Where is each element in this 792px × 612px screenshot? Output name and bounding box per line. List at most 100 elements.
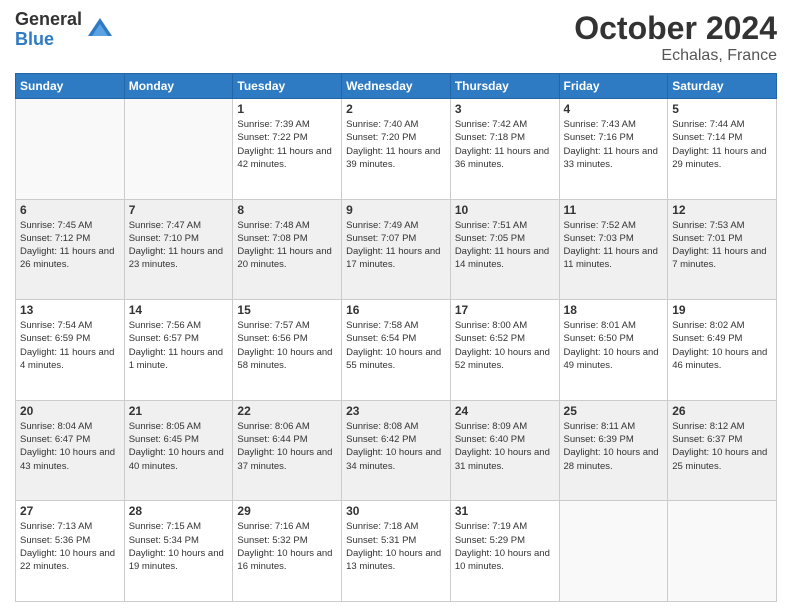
- table-row: 20 Sunrise: 8:04 AM Sunset: 6:47 PM Dayli…: [16, 400, 125, 501]
- table-row: 8Sunrise: 7:48 AM Sunset: 7:08 PM Daylig…: [233, 199, 342, 300]
- day-info: Sunrise: 8:09 AM Sunset: 6:40 PM Dayligh…: [455, 420, 555, 473]
- day-number: 5: [672, 102, 772, 116]
- header-monday: Monday: [124, 74, 233, 99]
- day-number: 15: [237, 303, 337, 317]
- day-number: 25: [564, 404, 664, 418]
- day-info: Sunrise: 7:49 AM Sunset: 7:07 PM Dayligh…: [346, 219, 446, 272]
- day-number: 21: [129, 404, 229, 418]
- header: General Blue October 2024 Echalas, Franc…: [15, 10, 777, 65]
- day-info: Sunrise: 8:12 AM Sunset: 6:37 PM Dayligh…: [672, 420, 772, 473]
- table-row: 19 Sunrise: 8:02 AM Sunset: 6:49 PM Dayli…: [668, 300, 777, 401]
- table-row: 6 Sunrise: 7:45 AM Sunset: 7:12 PM Daylig…: [16, 199, 125, 300]
- day-number: 24: [455, 404, 555, 418]
- day-info: Sunrise: 7:43 AM Sunset: 7:16 PM Dayligh…: [564, 118, 664, 171]
- logo: General Blue: [15, 10, 114, 50]
- day-number: 1: [237, 102, 337, 116]
- day-info: Sunrise: 7:18 AM Sunset: 5:31 PM Dayligh…: [346, 520, 446, 573]
- day-number: 9: [346, 203, 446, 217]
- logo-icon: [86, 16, 114, 44]
- main-title: October 2024: [574, 10, 777, 47]
- day-info: Sunrise: 8:11 AM Sunset: 6:39 PM Dayligh…: [564, 420, 664, 473]
- day-info: Sunrise: 7:51 AM Sunset: 7:05 PM Dayligh…: [455, 219, 555, 272]
- table-row: [559, 501, 668, 602]
- table-row: 28Sunrise: 7:15 AM Sunset: 5:34 PM Dayli…: [124, 501, 233, 602]
- table-row: 15 Sunrise: 7:57 AM Sunset: 6:56 PM Dayli…: [233, 300, 342, 401]
- day-number: 13: [20, 303, 120, 317]
- day-info: Sunrise: 7:19 AM Sunset: 5:29 PM Dayligh…: [455, 520, 555, 573]
- header-sunday: Sunday: [16, 74, 125, 99]
- day-info: Sunrise: 7:44 AM Sunset: 7:14 PM Dayligh…: [672, 118, 772, 171]
- day-number: 4: [564, 102, 664, 116]
- table-row: 3 Sunrise: 7:42 AM Sunset: 7:18 PM Daylig…: [450, 99, 559, 200]
- table-row: 30Sunrise: 7:18 AM Sunset: 5:31 PM Dayli…: [342, 501, 451, 602]
- subtitle: Echalas, France: [574, 47, 777, 65]
- header-saturday: Saturday: [668, 74, 777, 99]
- header-friday: Friday: [559, 74, 668, 99]
- day-number: 29: [237, 504, 337, 518]
- table-row: 12 Sunrise: 7:53 AM Sunset: 7:01 PM Dayli…: [668, 199, 777, 300]
- table-row: 11Sunrise: 7:52 AM Sunset: 7:03 PM Dayli…: [559, 199, 668, 300]
- day-number: 23: [346, 404, 446, 418]
- day-number: 19: [672, 303, 772, 317]
- table-row: 1 Sunrise: 7:39 AM Sunset: 7:22 PM Daylig…: [233, 99, 342, 200]
- day-number: 12: [672, 203, 772, 217]
- table-row: [16, 99, 125, 200]
- day-number: 26: [672, 404, 772, 418]
- table-row: 26 Sunrise: 8:12 AM Sunset: 6:37 PM Dayli…: [668, 400, 777, 501]
- day-info: Sunrise: 8:04 AM Sunset: 6:47 PM Dayligh…: [20, 420, 120, 473]
- calendar-week-row: 6 Sunrise: 7:45 AM Sunset: 7:12 PM Daylig…: [16, 199, 777, 300]
- day-info: Sunrise: 7:39 AM Sunset: 7:22 PM Dayligh…: [237, 118, 337, 171]
- day-info: Sunrise: 7:54 AM Sunset: 6:59 PM Dayligh…: [20, 319, 120, 372]
- day-info: Sunrise: 7:58 AM Sunset: 6:54 PM Dayligh…: [346, 319, 446, 372]
- day-number: 14: [129, 303, 229, 317]
- table-row: 16 Sunrise: 7:58 AM Sunset: 6:54 PM Dayli…: [342, 300, 451, 401]
- table-row: 18 Sunrise: 8:01 AM Sunset: 6:50 PM Dayli…: [559, 300, 668, 401]
- table-row: 9 Sunrise: 7:49 AM Sunset: 7:07 PM Daylig…: [342, 199, 451, 300]
- table-row: 27 Sunrise: 7:13 AM Sunset: 5:36 PM Dayli…: [16, 501, 125, 602]
- day-number: 16: [346, 303, 446, 317]
- day-info: Sunrise: 7:47 AM Sunset: 7:10 PM Dayligh…: [129, 219, 229, 272]
- day-info: Sunrise: 7:15 AM Sunset: 5:34 PM Dayligh…: [129, 520, 229, 573]
- day-number: 2: [346, 102, 446, 116]
- day-number: 17: [455, 303, 555, 317]
- table-row: 31 Sunrise: 7:19 AM Sunset: 5:29 PM Dayli…: [450, 501, 559, 602]
- table-row: 25 Sunrise: 8:11 AM Sunset: 6:39 PM Dayli…: [559, 400, 668, 501]
- day-info: Sunrise: 7:42 AM Sunset: 7:18 PM Dayligh…: [455, 118, 555, 171]
- day-info: Sunrise: 7:53 AM Sunset: 7:01 PM Dayligh…: [672, 219, 772, 272]
- day-info: Sunrise: 7:57 AM Sunset: 6:56 PM Dayligh…: [237, 319, 337, 372]
- table-row: 17 Sunrise: 8:00 AM Sunset: 6:52 PM Dayli…: [450, 300, 559, 401]
- day-info: Sunrise: 7:40 AM Sunset: 7:20 PM Dayligh…: [346, 118, 446, 171]
- day-number: 10: [455, 203, 555, 217]
- calendar-week-row: 27 Sunrise: 7:13 AM Sunset: 5:36 PM Dayli…: [16, 501, 777, 602]
- table-row: 14 Sunrise: 7:56 AM Sunset: 6:57 PM Dayli…: [124, 300, 233, 401]
- table-row: 7Sunrise: 7:47 AM Sunset: 7:10 PM Daylig…: [124, 199, 233, 300]
- table-row: 21Sunrise: 8:05 AM Sunset: 6:45 PM Dayli…: [124, 400, 233, 501]
- day-info: Sunrise: 8:02 AM Sunset: 6:49 PM Dayligh…: [672, 319, 772, 372]
- calendar-header-row: Sunday Monday Tuesday Wednesday Thursday…: [16, 74, 777, 99]
- calendar-week-row: 13 Sunrise: 7:54 AM Sunset: 6:59 PM Dayli…: [16, 300, 777, 401]
- logo-general: General: [15, 10, 82, 30]
- title-block: October 2024 Echalas, France: [574, 10, 777, 65]
- day-number: 11: [564, 203, 664, 217]
- day-info: Sunrise: 8:00 AM Sunset: 6:52 PM Dayligh…: [455, 319, 555, 372]
- day-info: Sunrise: 8:01 AM Sunset: 6:50 PM Dayligh…: [564, 319, 664, 372]
- header-wednesday: Wednesday: [342, 74, 451, 99]
- table-row: [124, 99, 233, 200]
- day-number: 18: [564, 303, 664, 317]
- day-info: Sunrise: 7:16 AM Sunset: 5:32 PM Dayligh…: [237, 520, 337, 573]
- logo-text: General Blue: [15, 10, 82, 50]
- day-number: 20: [20, 404, 120, 418]
- day-number: 3: [455, 102, 555, 116]
- day-info: Sunrise: 7:45 AM Sunset: 7:12 PM Dayligh…: [20, 219, 120, 272]
- calendar-week-row: 1 Sunrise: 7:39 AM Sunset: 7:22 PM Daylig…: [16, 99, 777, 200]
- day-info: Sunrise: 8:06 AM Sunset: 6:44 PM Dayligh…: [237, 420, 337, 473]
- day-info: Sunrise: 8:08 AM Sunset: 6:42 PM Dayligh…: [346, 420, 446, 473]
- table-row: 2 Sunrise: 7:40 AM Sunset: 7:20 PM Daylig…: [342, 99, 451, 200]
- table-row: 23 Sunrise: 8:08 AM Sunset: 6:42 PM Dayli…: [342, 400, 451, 501]
- day-number: 6: [20, 203, 120, 217]
- day-info: Sunrise: 7:56 AM Sunset: 6:57 PM Dayligh…: [129, 319, 229, 372]
- page: General Blue October 2024 Echalas, Franc…: [0, 0, 792, 612]
- day-number: 31: [455, 504, 555, 518]
- day-info: Sunrise: 7:13 AM Sunset: 5:36 PM Dayligh…: [20, 520, 120, 573]
- day-number: 27: [20, 504, 120, 518]
